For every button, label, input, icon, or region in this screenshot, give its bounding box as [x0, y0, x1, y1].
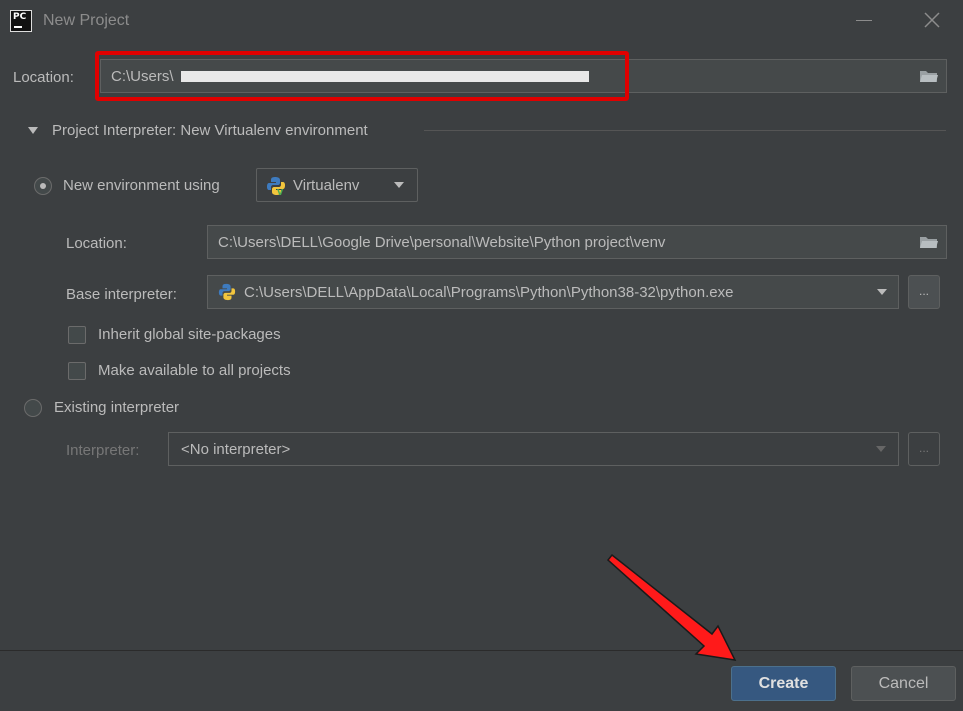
- window-title: New Project: [43, 12, 130, 29]
- inherit-global-label[interactable]: Inherit global site-packages: [98, 326, 281, 343]
- section-divider: [424, 130, 946, 131]
- inherit-global-checkbox[interactable]: [68, 326, 86, 344]
- folder-icon[interactable]: [920, 70, 938, 83]
- project-location-label: Location:: [13, 69, 74, 86]
- base-interpreter-dropdown[interactable]: C:\Users\DELL\AppData\Local\Programs\Pyt…: [207, 275, 899, 309]
- red-arrow-annotation: [606, 553, 737, 661]
- base-interpreter-label: Base interpreter:: [66, 286, 177, 303]
- interpreter-dropdown[interactable]: <No interpreter>: [168, 432, 899, 466]
- close-icon[interactable]: [922, 10, 942, 30]
- environment-tool-value: Virtualenv: [293, 177, 360, 194]
- venv-location-label: Location:: [66, 235, 127, 252]
- cancel-button[interactable]: Cancel: [851, 666, 956, 701]
- base-interpreter-value: C:\Users\DELL\AppData\Local\Programs\Pyt…: [244, 284, 734, 301]
- svg-text:V: V: [277, 188, 284, 196]
- collapse-triangle-icon[interactable]: [28, 127, 38, 134]
- python-icon: [218, 283, 236, 301]
- existing-interpreter-radio[interactable]: [24, 399, 42, 417]
- base-interpreter-browse-button[interactable]: ...: [908, 275, 940, 309]
- chevron-down-icon: [876, 446, 886, 452]
- make-available-checkbox[interactable]: [68, 362, 86, 380]
- environment-tool-dropdown[interactable]: V Virtualenv: [256, 168, 418, 202]
- interpreter-label: Interpreter:: [66, 442, 140, 459]
- pycharm-logo-icon: PC: [10, 10, 32, 32]
- interpreter-value: <No interpreter>: [181, 441, 291, 458]
- title-bar: [0, 0, 963, 43]
- minimize-icon[interactable]: [856, 20, 872, 21]
- interpreter-browse-button[interactable]: ...: [908, 432, 940, 466]
- venv-location-input[interactable]: C:\Users\DELL\Google Drive\personal\Webs…: [207, 225, 947, 259]
- make-available-label[interactable]: Make available to all projects: [98, 362, 291, 379]
- folder-icon[interactable]: [920, 236, 938, 249]
- chevron-down-icon: [877, 289, 887, 295]
- create-button[interactable]: Create: [731, 666, 836, 701]
- logo-text: PC: [13, 12, 27, 22]
- new-environment-label[interactable]: New environment using: [63, 177, 220, 194]
- existing-interpreter-label[interactable]: Existing interpreter: [54, 399, 179, 416]
- new-environment-radio[interactable]: [34, 177, 52, 195]
- venv-location-value: C:\Users\DELL\Google Drive\personal\Webs…: [218, 234, 666, 251]
- python-icon: V: [267, 177, 285, 196]
- chevron-down-icon: [394, 182, 404, 188]
- red-highlight-box: [95, 51, 629, 101]
- section-title[interactable]: Project Interpreter: New Virtualenv envi…: [52, 122, 368, 139]
